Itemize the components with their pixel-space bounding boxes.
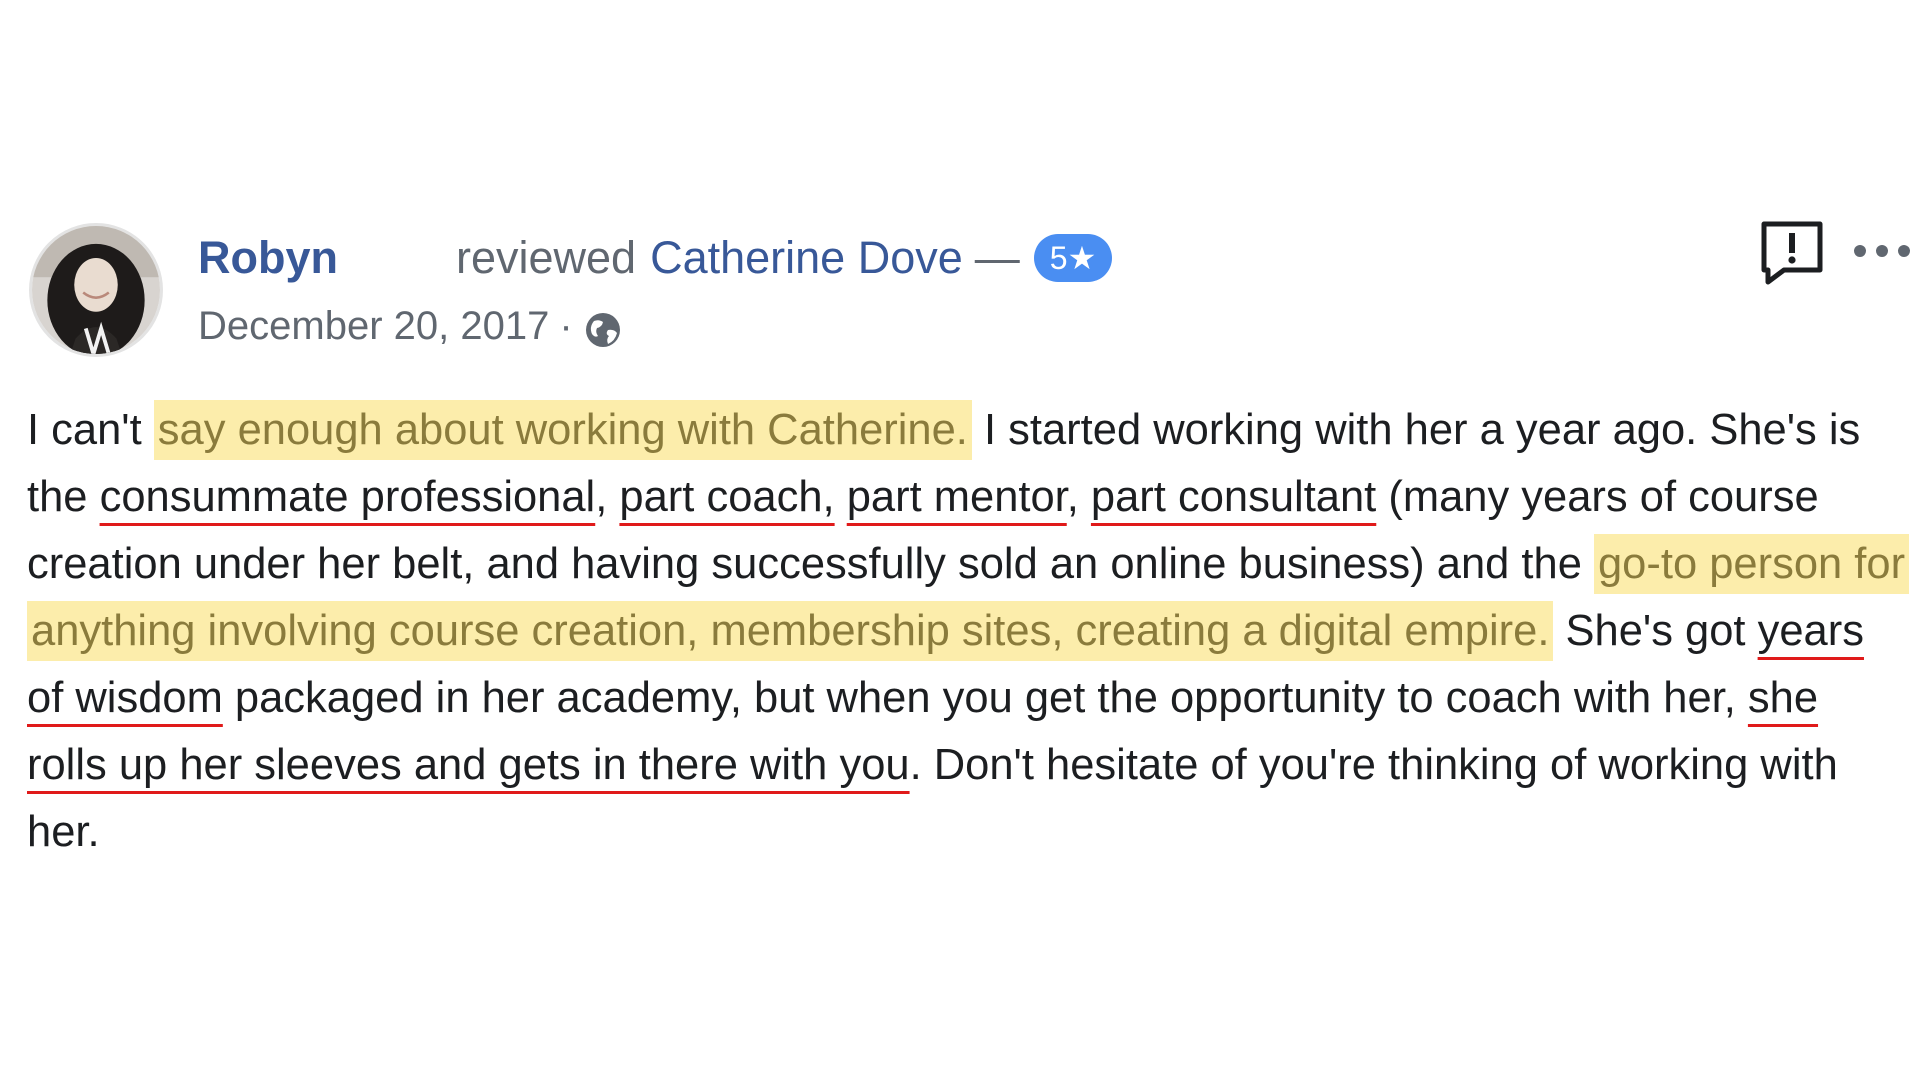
review-text-segment: , [595,473,620,521]
review-text-segment: She's got [1553,607,1758,655]
review-text: I can't say enough about working with Ca… [27,397,1910,866]
report-flag-icon[interactable] [1758,218,1826,286]
globe-icon [585,313,620,347]
review-text-segment: , [1066,473,1091,521]
review-header: Robyn reviewed Catherine Dove — 5★ [198,228,1113,288]
highlighted-phrase: say enough about working with Catherine. [153,400,972,460]
date-separator: · [559,303,573,348]
avatar-photo [32,226,160,354]
author-name-link[interactable]: Robyn [198,232,338,284]
review-text-segment: packaged in her academy, but when you ge… [222,674,1748,722]
avatar[interactable] [29,223,163,357]
header-dash: — [974,232,1020,283]
review-text-segment: I can't [27,406,154,454]
more-options-icon[interactable] [1852,238,1912,264]
page-name-link[interactable]: Catherine Dove [650,232,963,284]
underlined-phrase: part coach, [619,473,835,521]
underlined-phrase: part consultant [1090,473,1377,521]
review-card: Robyn reviewed Catherine Dove — 5★ Decem… [0,0,1920,1080]
review-meta: December 20, 2017 · [198,300,623,352]
rating-badge: 5★ [1033,234,1113,282]
underlined-phrase: consummate professional [99,473,596,521]
review-text-segment [835,473,847,521]
underlined-phrase: part mentor [846,473,1067,521]
reviewed-label: reviewed [456,232,637,283]
review-date[interactable]: December 20, 2017 [198,304,549,349]
